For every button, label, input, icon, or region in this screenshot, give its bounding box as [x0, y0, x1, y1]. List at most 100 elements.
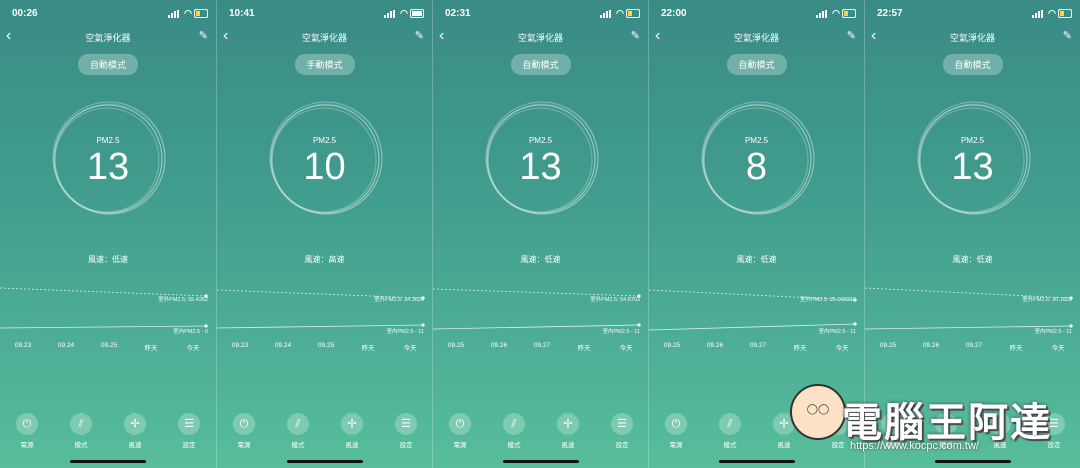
battery-icon [1058, 9, 1072, 18]
mode-badge[interactable]: 自動模式 [510, 54, 571, 75]
settings-button[interactable]: ☰ 設定 [386, 413, 426, 449]
status-bar: 22:00 ◠ [649, 6, 864, 20]
mode-icon: ⫽ [70, 413, 92, 435]
power-button[interactable]: ⏻ 電源 [440, 413, 480, 449]
home-indicator[interactable] [718, 460, 795, 463]
battery-icon [410, 9, 424, 18]
settings-button[interactable]: ☰ 設定 [169, 413, 209, 449]
status-time: 10:41 [229, 8, 255, 19]
settings-label: 設定 [615, 442, 629, 449]
settings-button[interactable]: ☰ 設定 [818, 413, 858, 449]
power-button[interactable]: ⏻ 電源 [224, 413, 264, 449]
fan-speed-button[interactable]: ✢ 風速 [980, 413, 1020, 449]
battery-icon [194, 9, 208, 18]
home-indicator[interactable] [934, 460, 1011, 463]
date-tick: 09.25 [100, 342, 118, 349]
fan-speed-button[interactable]: ✢ 風速 [764, 413, 804, 449]
nav-bar: ‹ 空氣淨化器 ✎ [0, 28, 216, 46]
pm-value: 13 [86, 146, 130, 188]
fan-label: 風速 [561, 442, 575, 449]
date-tick: 09.27 [965, 342, 983, 349]
date-tick: 09.25 [447, 342, 465, 349]
mode-button[interactable]: ⫽ 模式 [278, 413, 318, 449]
nav-bar: ‹ 空氣淨化器 ✎ [865, 28, 1080, 46]
edit-pencil-icon[interactable]: ✎ [847, 29, 856, 42]
date-axis: 09.25 09.26 09.27 昨天 今天 [649, 342, 864, 352]
edit-pencil-icon[interactable]: ✎ [415, 29, 424, 42]
settings-label: 設定 [831, 442, 845, 449]
mode-badge[interactable]: 自動模式 [942, 54, 1003, 75]
wind-speed-text: 風速：低速 [952, 255, 993, 264]
outdoor-pm-label: 室外PM2.5: 34.3628 [374, 297, 424, 303]
power-icon: ⏻ [16, 413, 38, 435]
edit-pencil-icon[interactable]: ✎ [631, 29, 640, 42]
date-tick: 09.26 [922, 342, 940, 349]
power-icon: ⏻ [449, 413, 471, 435]
date-tick: 今天 [1051, 345, 1065, 352]
power-button[interactable]: ⏻ 電源 [656, 413, 696, 449]
mode-button[interactable]: ⫽ 模式 [710, 413, 750, 449]
fan-speed-button[interactable]: ✢ 風速 [115, 413, 155, 449]
wifi-icon: ◠ [400, 8, 408, 18]
edit-pencil-icon[interactable]: ✎ [199, 29, 208, 42]
mode-badge[interactable]: 手動模式 [294, 54, 355, 75]
signal-icon [1032, 10, 1044, 18]
phone-screen-3: 02:31 ◠ ‹ 空氣淨化器 ✎ 自動模式 PM2.5 13 風速：低速 室外… [432, 0, 648, 468]
wifi-icon: ◠ [184, 8, 192, 18]
mode-label: 模式 [74, 442, 88, 449]
settings-icon: ☰ [1043, 413, 1065, 435]
indoor-pm-label: 室內PM2.5 - 11 [818, 329, 857, 335]
date-tick: 09.26 [706, 342, 724, 349]
mode-icon: ⫽ [287, 413, 309, 435]
date-axis: 09.25 09.26 09.27 昨天 今天 [433, 342, 648, 352]
phone-screen-5: 22:57 ◠ ‹ 空氣淨化器 ✎ 自動模式 PM2.5 13 風速：低速 室外… [864, 0, 1080, 468]
pm-label: PM2.5 [312, 136, 337, 145]
status-time: 22:57 [877, 8, 903, 19]
power-icon: ⏻ [665, 413, 687, 435]
power-button[interactable]: ⏻ 電源 [7, 413, 47, 449]
mode-badge[interactable]: 自動模式 [726, 54, 787, 75]
edit-pencil-icon[interactable]: ✎ [1063, 29, 1072, 42]
date-tick: 09.27 [533, 342, 551, 349]
nav-bar: ‹ 空氣淨化器 ✎ [217, 28, 432, 46]
screenshot-strip: 00:26 ◠ ‹ 空氣淨化器 ✎ 自動模式 PM2.5 13 風速：低速 室外… [0, 0, 1080, 468]
mode-button[interactable]: ⫽ 模式 [61, 413, 101, 449]
settings-icon: ☰ [178, 413, 200, 435]
settings-icon: ☰ [395, 413, 417, 435]
fan-label: 風速 [128, 442, 142, 449]
fan-speed-button[interactable]: ✢ 風速 [548, 413, 588, 449]
page-title: 空氣淨化器 [949, 33, 995, 43]
settings-button[interactable]: ☰ 設定 [1034, 413, 1074, 449]
mode-button[interactable]: ⫽ 模式 [494, 413, 534, 449]
home-indicator[interactable] [70, 460, 146, 463]
home-indicator[interactable] [286, 460, 363, 463]
mode-label: 模式 [723, 442, 737, 449]
pm-value: 13 [519, 146, 562, 188]
date-tick: 09.23 [14, 342, 32, 349]
fan-icon: ✢ [989, 413, 1011, 435]
date-tick: 昨天 [144, 345, 158, 352]
wind-speed-text: 風速：低速 [520, 255, 561, 264]
control-bar: ⏻ 電源 ⫽ 模式 ✢ 風速 ☰ 設定 [649, 413, 864, 453]
mode-badge[interactable]: 自動模式 [77, 54, 139, 75]
wind-speed-text: 風速：低速 [88, 255, 128, 264]
settings-button[interactable]: ☰ 設定 [602, 413, 642, 449]
home-indicator[interactable] [502, 460, 579, 463]
date-tick: 09.24 [57, 342, 75, 349]
status-bar: 00:26 ◠ [0, 6, 216, 20]
battery-icon [626, 9, 640, 18]
date-tick: 今天 [835, 345, 849, 352]
signal-icon [384, 10, 396, 18]
mode-button[interactable]: ⫽ 模式 [926, 413, 966, 449]
outdoor-pm-label: 室外PM2.5: 30.1623 [1022, 297, 1072, 303]
phone-screen-4: 22:00 ◠ ‹ 空氣淨化器 ✎ 自動模式 PM2.5 8 風速：低速 室外P… [648, 0, 864, 468]
pm-value: 10 [303, 146, 346, 188]
date-tick: 今天 [619, 345, 633, 352]
power-icon: ⏻ [881, 413, 903, 435]
date-tick: 09.26 [490, 342, 508, 349]
power-button[interactable]: ⏻ 電源 [872, 413, 912, 449]
fan-speed-button[interactable]: ✢ 風速 [332, 413, 372, 449]
pm-label: PM2.5 [960, 136, 985, 145]
mode-label: 模式 [939, 442, 953, 449]
pm-ring: PM2.5 8 [698, 100, 816, 218]
